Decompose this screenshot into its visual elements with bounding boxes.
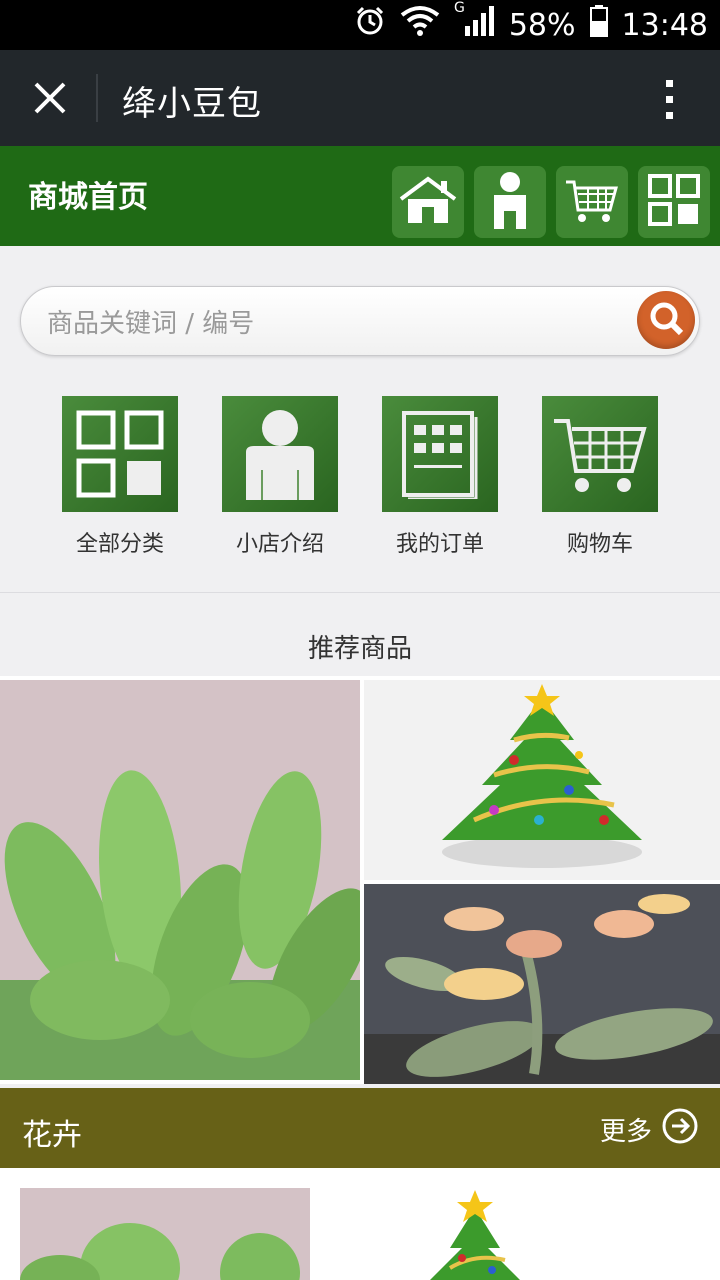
christmas-tree-image[interactable] bbox=[364, 680, 720, 880]
divider bbox=[0, 592, 720, 593]
section-title: 花卉 bbox=[22, 1118, 82, 1153]
category-cart[interactable]: 购物车 bbox=[520, 396, 680, 558]
grid-icon bbox=[62, 396, 178, 512]
wifi-icon bbox=[400, 5, 440, 45]
close-icon[interactable] bbox=[22, 70, 78, 126]
battery-percent: 58% bbox=[508, 7, 576, 43]
title-separator bbox=[96, 74, 98, 122]
status-bar: G 58% 13:48 bbox=[0, 0, 720, 50]
category-grid-button[interactable] bbox=[638, 166, 710, 238]
section-header: 花卉 更多 bbox=[0, 1088, 720, 1168]
succulent-flower-image[interactable] bbox=[364, 884, 720, 1084]
category-grid-icon bbox=[647, 173, 701, 231]
cart-icon bbox=[542, 396, 658, 512]
app-title-bar: 绛小豆包 bbox=[0, 50, 720, 146]
search-button[interactable] bbox=[637, 291, 695, 349]
category-label: 我的订单 bbox=[395, 532, 484, 557]
recommended-grid bbox=[0, 676, 720, 1084]
category-label: 全部分类 bbox=[75, 532, 164, 557]
alarm-icon bbox=[354, 5, 386, 45]
signal-icon bbox=[464, 6, 495, 44]
user-button[interactable] bbox=[474, 166, 546, 238]
person-icon bbox=[222, 396, 338, 512]
shop-header: 商城首页 bbox=[0, 146, 720, 246]
battery-icon bbox=[589, 5, 608, 45]
more-link[interactable]: 更多 bbox=[600, 1108, 698, 1151]
more-vertical-icon[interactable] bbox=[660, 76, 680, 124]
cart-icon bbox=[564, 176, 620, 228]
succulent-plant-image[interactable] bbox=[20, 1188, 310, 1280]
order-list-icon bbox=[382, 396, 498, 512]
category-label: 小店介绍 bbox=[235, 532, 324, 557]
user-icon bbox=[490, 171, 530, 233]
recommended-title: 推荐商品 bbox=[307, 634, 412, 664]
clock-time: 13:48 bbox=[621, 7, 708, 43]
christmas-tree-image[interactable] bbox=[380, 1188, 570, 1280]
page-title: 绛小豆包 bbox=[122, 84, 262, 124]
search-icon bbox=[648, 300, 684, 340]
category-label: 购物车 bbox=[566, 532, 633, 557]
network-type: G bbox=[453, 0, 465, 16]
succulent-plant-image[interactable] bbox=[0, 680, 360, 1080]
arrow-right-circle-icon bbox=[662, 1108, 698, 1151]
search-input[interactable]: 商品关键词 / 编号 bbox=[47, 303, 254, 340]
more-label: 更多 bbox=[599, 1117, 652, 1147]
category-shop-intro[interactable]: 小店介绍 bbox=[200, 396, 360, 558]
category-all[interactable]: 全部分类 bbox=[40, 396, 200, 558]
category-shortcuts: 全部分类 小店介绍 我的订单 购物车 bbox=[0, 396, 720, 566]
cart-button[interactable] bbox=[556, 166, 628, 238]
shop-header-title: 商城首页 bbox=[28, 180, 148, 215]
section-products bbox=[0, 1168, 720, 1280]
search-box[interactable]: 商品关键词 / 编号 bbox=[20, 286, 700, 356]
home-button[interactable] bbox=[392, 166, 464, 238]
home-icon bbox=[399, 175, 457, 229]
category-my-orders[interactable]: 我的订单 bbox=[360, 396, 520, 558]
